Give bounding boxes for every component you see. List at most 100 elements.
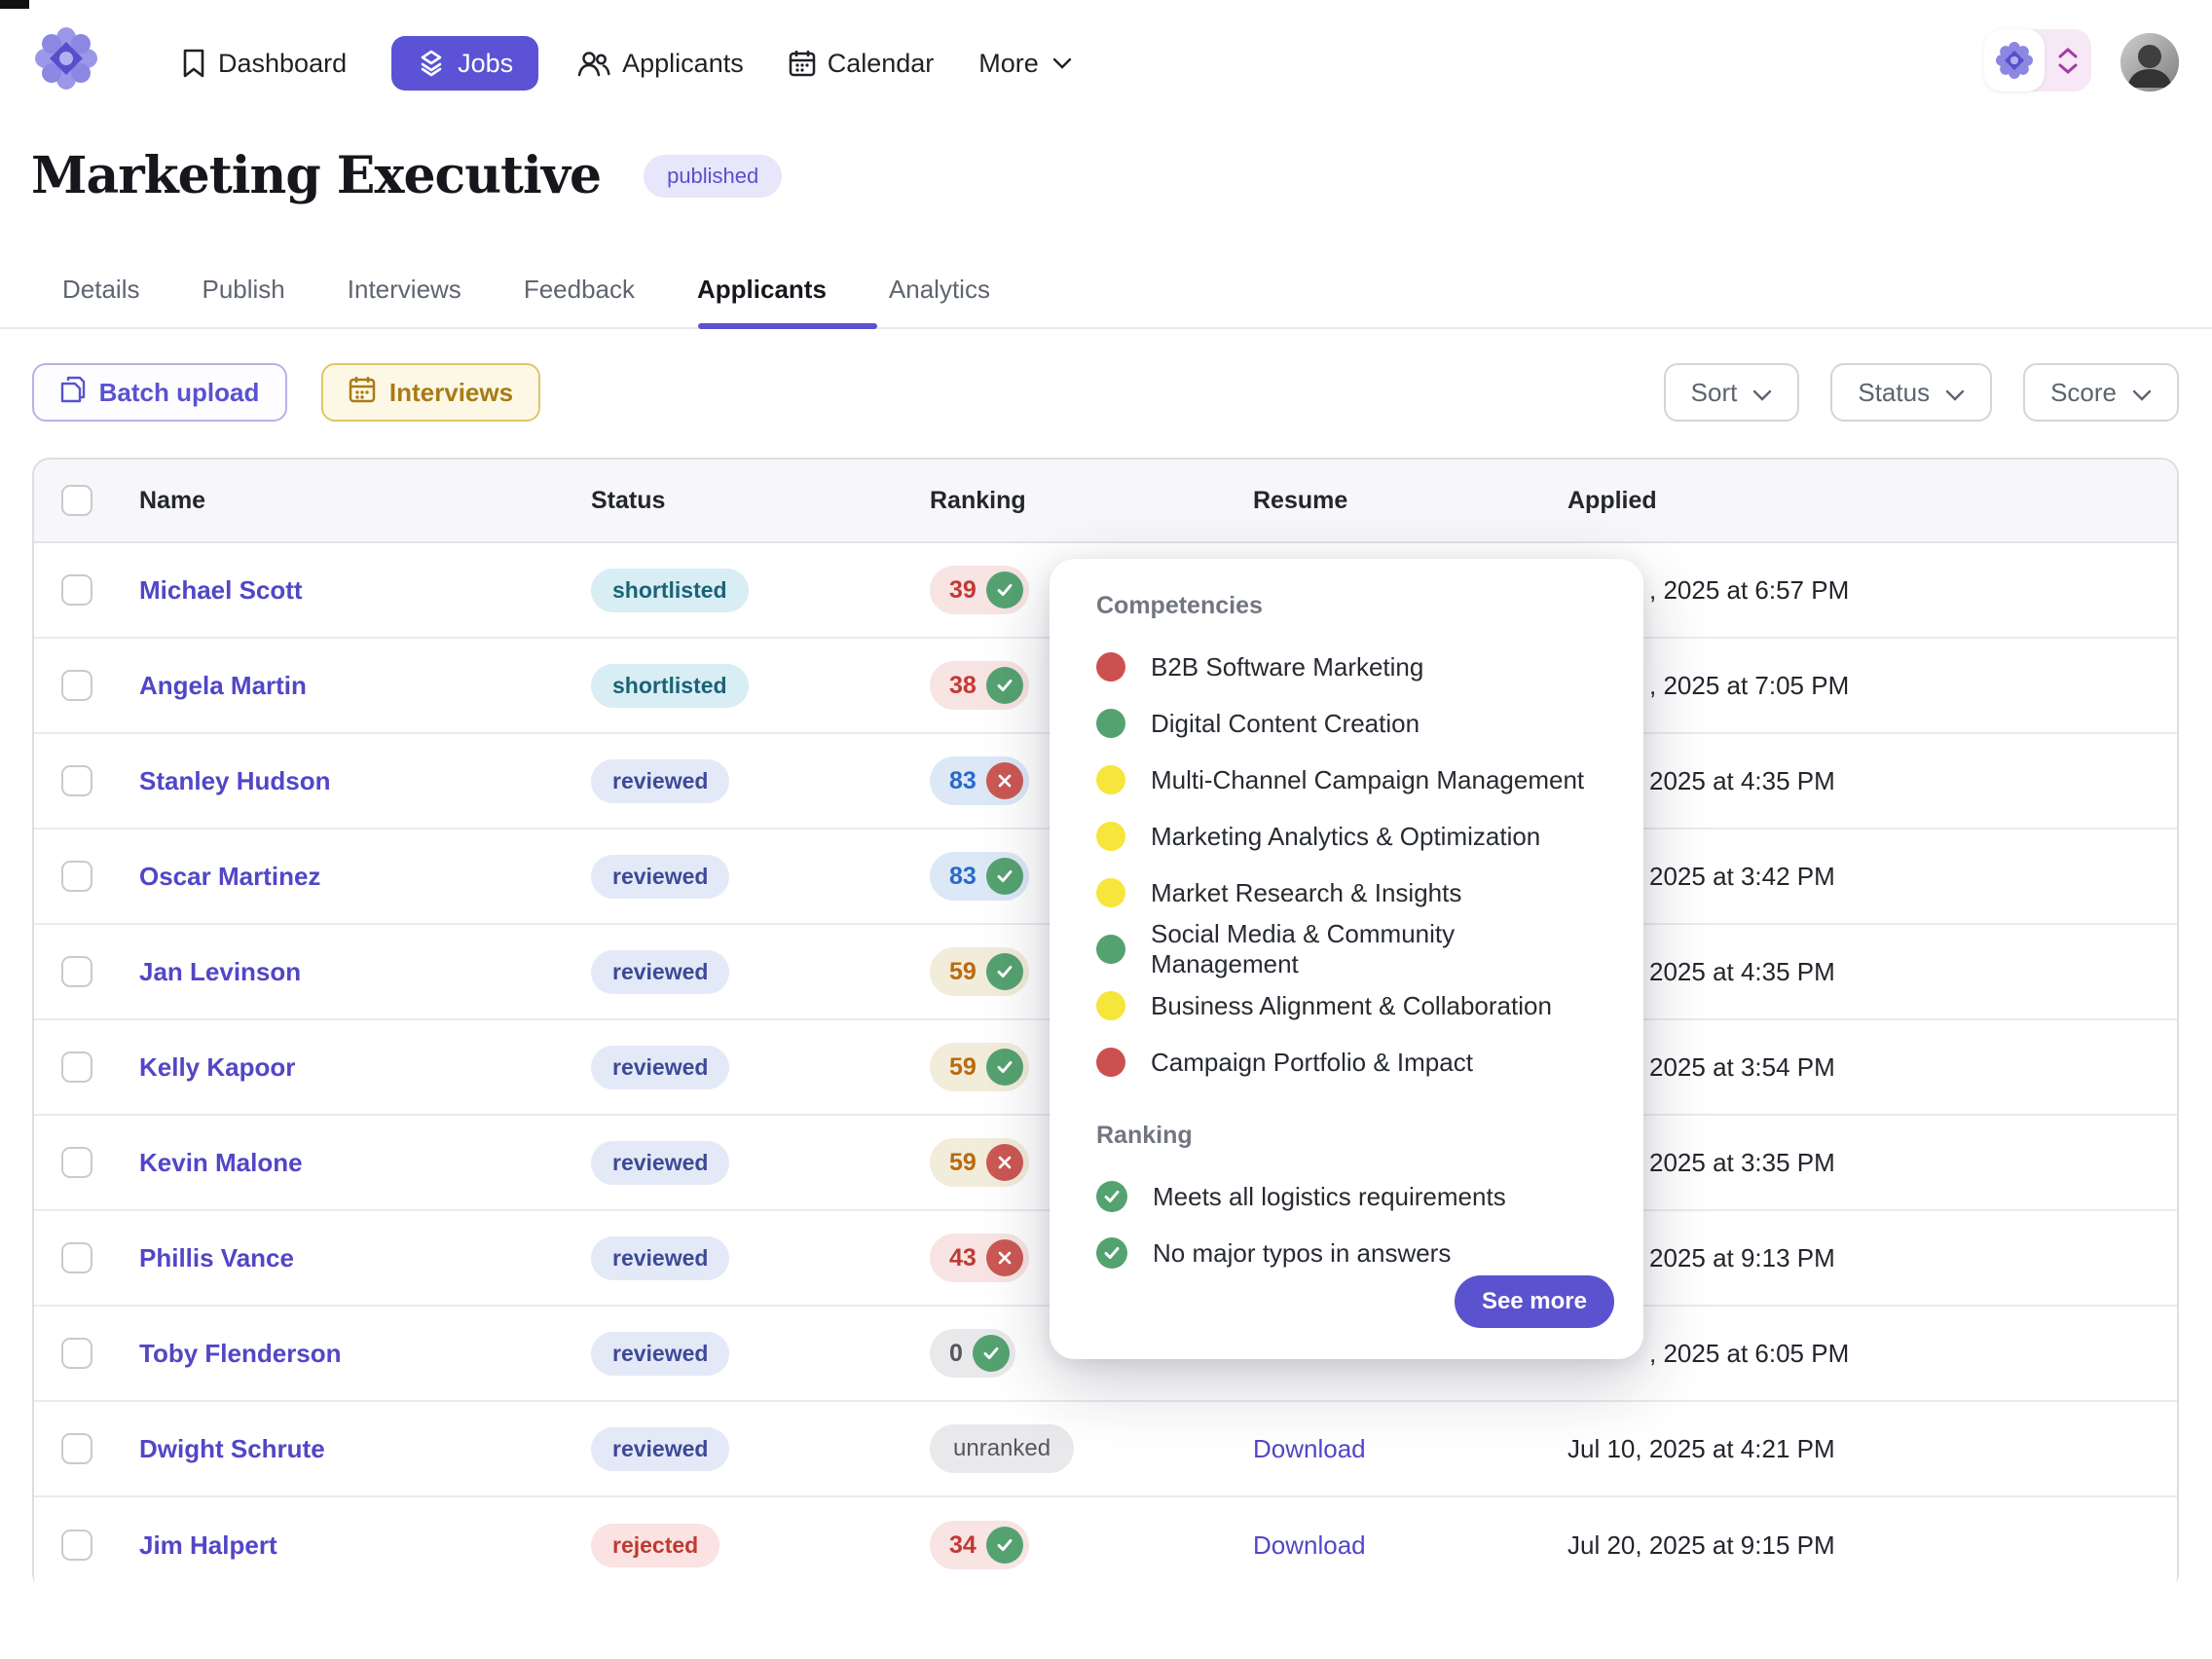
ranking-result-icon	[986, 858, 1023, 895]
ranking-badge[interactable]: 59	[930, 1043, 1029, 1091]
workspace-select-chevrons-icon	[2045, 47, 2091, 75]
applicant-name-link[interactable]: Dwight Schrute	[139, 1434, 325, 1463]
workspace-switcher[interactable]	[1984, 29, 2091, 92]
batch-upload-button[interactable]: Batch upload	[32, 363, 287, 422]
ranking-result-icon	[986, 571, 1023, 608]
nav-item-jobs[interactable]: Jobs	[391, 36, 538, 91]
select-all-checkbox[interactable]	[61, 485, 92, 516]
status-badge: rejected	[591, 1524, 719, 1567]
ranking-badge[interactable]: 0	[930, 1329, 1015, 1378]
row-checkbox[interactable]	[61, 765, 92, 796]
ranking-result-icon	[986, 667, 1023, 704]
competency-label: Market Research & Insights	[1151, 878, 1461, 908]
status-badge: reviewed	[591, 1141, 729, 1185]
row-checkbox[interactable]	[61, 1530, 92, 1561]
tab-publish[interactable]: Publish	[202, 275, 284, 305]
row-checkbox[interactable]	[61, 1338, 92, 1369]
people-icon	[577, 49, 610, 78]
competency-label: Campaign Portfolio & Impact	[1151, 1048, 1473, 1078]
row-checkbox[interactable]	[61, 861, 92, 892]
ranking-badge[interactable]: 59	[930, 1138, 1029, 1187]
tab-interviews[interactable]: Interviews	[348, 275, 461, 305]
applicant-name-link[interactable]: Kevin Malone	[139, 1148, 303, 1177]
chevron-down-icon	[1052, 57, 1072, 69]
tab-feedback[interactable]: Feedback	[524, 275, 635, 305]
sort-dropdown[interactable]: Sort	[1664, 363, 1800, 422]
nav-item-calendar[interactable]: Calendar	[789, 49, 935, 79]
column-header-ranking[interactable]: Ranking	[930, 487, 1253, 515]
row-checkbox[interactable]	[61, 956, 92, 987]
app-logo-flower-icon[interactable]	[35, 27, 97, 90]
competency-item: Market Research & Insights	[1096, 865, 1597, 921]
resume-download-link[interactable]: Download	[1253, 1434, 1366, 1463]
competencies-list: B2B Software MarketingDigital Content Cr…	[1096, 639, 1597, 1090]
ranking-badge[interactable]: 83	[930, 756, 1029, 805]
row-checkbox[interactable]	[61, 1147, 92, 1178]
ranking-value: 83	[949, 863, 977, 891]
ranking-result-icon	[986, 1144, 1023, 1181]
applicant-name-link[interactable]: Jan Levinson	[139, 957, 301, 986]
competency-level-dot	[1096, 1048, 1125, 1077]
ranking-badge[interactable]: unranked	[930, 1424, 1074, 1473]
tab-analytics[interactable]: Analytics	[889, 275, 990, 305]
competency-item: Campaign Portfolio & Impact	[1096, 1034, 1597, 1090]
chevron-down-icon	[1945, 378, 1965, 408]
ranking-result-icon	[986, 1049, 1023, 1086]
ranking-value: 38	[949, 672, 977, 700]
column-header-applied[interactable]: Applied	[1567, 487, 2177, 515]
see-more-button[interactable]: See more	[1455, 1275, 1614, 1328]
chevron-down-icon	[1752, 378, 1772, 408]
applicant-name-link[interactable]: Toby Flenderson	[139, 1339, 342, 1368]
applicant-name-link[interactable]: Angela Martin	[139, 671, 307, 700]
ranking-badge[interactable]: 83	[930, 852, 1029, 901]
nav-label: More	[978, 49, 1039, 79]
status-badge: reviewed	[591, 855, 729, 899]
applicant-name-link[interactable]: Michael Scott	[139, 575, 303, 605]
ranking-badge[interactable]: 59	[930, 947, 1029, 996]
nav-item-dashboard[interactable]: Dashboard	[181, 49, 347, 79]
ranking-badge[interactable]: 38	[930, 661, 1029, 710]
check-circle-icon	[1096, 1181, 1127, 1212]
applicant-name-link[interactable]: Jim Halpert	[139, 1530, 277, 1560]
competency-level-dot	[1096, 765, 1125, 794]
tab-applicants[interactable]: Applicants	[697, 275, 827, 305]
row-checkbox[interactable]	[61, 1433, 92, 1464]
ranking-result-icon	[986, 953, 1023, 990]
ranking-check-item: No major typos in answers	[1096, 1225, 1597, 1281]
ranking-badge[interactable]: 39	[930, 566, 1029, 614]
ranking-value: 34	[949, 1531, 977, 1560]
column-header-name[interactable]: Name	[139, 487, 591, 515]
applied-date: Jul 20, 2025 at 9:15 PM	[1567, 1530, 1835, 1560]
applicant-name-link[interactable]: Oscar Martinez	[139, 862, 320, 891]
ranking-value: 59	[949, 1053, 977, 1082]
row-checkbox[interactable]	[61, 670, 92, 701]
job-tabs: Details Publish Interviews Feedback Appl…	[0, 251, 2212, 329]
ranking-badge[interactable]: 43	[930, 1234, 1029, 1282]
row-checkbox[interactable]	[61, 1051, 92, 1083]
status-badge: reviewed	[591, 1236, 729, 1280]
nav-label: Calendar	[828, 49, 935, 79]
row-checkbox[interactable]	[61, 1242, 92, 1273]
applicant-name-link[interactable]: Kelly Kapoor	[139, 1052, 295, 1082]
status-badge: reviewed	[591, 1427, 729, 1471]
score-dropdown[interactable]: Score	[2023, 363, 2179, 422]
column-header-status[interactable]: Status	[591, 487, 930, 515]
tab-details[interactable]: Details	[62, 275, 139, 305]
bookmark-icon	[181, 49, 206, 78]
ranking-value: 59	[949, 1149, 977, 1177]
column-header-resume[interactable]: Resume	[1253, 487, 1567, 515]
row-checkbox[interactable]	[61, 574, 92, 606]
user-avatar[interactable]	[2120, 33, 2179, 92]
interviews-button[interactable]: Interviews	[321, 363, 540, 422]
nav-item-applicants[interactable]: Applicants	[577, 49, 744, 79]
resume-download-link[interactable]: Download	[1253, 1530, 1366, 1560]
applicant-name-link[interactable]: Phillis Vance	[139, 1243, 294, 1272]
ranking-badge[interactable]: 34	[930, 1521, 1029, 1569]
nav-label: Jobs	[458, 49, 513, 79]
calendar-icon	[789, 49, 816, 78]
status-badge: shortlisted	[591, 664, 749, 708]
status-dropdown[interactable]: Status	[1830, 363, 1992, 422]
nav-item-more[interactable]: More	[978, 49, 1072, 79]
applicant-name-link[interactable]: Stanley Hudson	[139, 766, 330, 795]
ranking-result-icon	[986, 1239, 1023, 1276]
